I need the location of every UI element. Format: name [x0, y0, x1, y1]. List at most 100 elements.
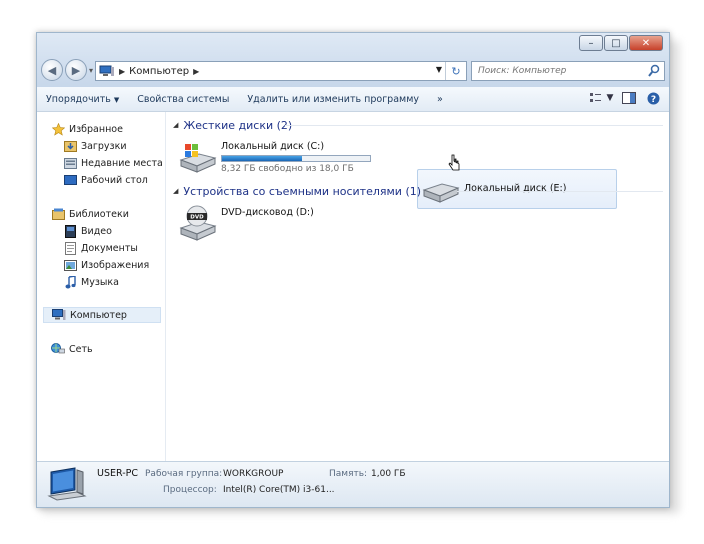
nav-network-label: Сеть: [69, 343, 93, 355]
nav-network[interactable]: Сеть: [51, 341, 93, 357]
view-icon: [590, 93, 601, 102]
drive-c-usage-fill: [222, 156, 302, 161]
drive-e-name: Локальный диск (E:): [464, 183, 567, 194]
drive-c[interactable]: Локальный диск (C:) 8,32 ГБ свободно из …: [177, 138, 377, 178]
organize-label: Упорядочить: [46, 93, 111, 105]
refresh-button[interactable]: ↻: [445, 62, 466, 80]
drive-e[interactable]: Локальный диск (E:): [417, 169, 617, 209]
nav-favorites[interactable]: Избранное: [51, 121, 123, 137]
search-icon[interactable]: [648, 64, 660, 78]
memory-label: Память:: [329, 469, 368, 479]
nav-video[interactable]: Видео: [63, 223, 112, 239]
network-icon: [51, 343, 65, 356]
uninstall-program-button[interactable]: Удалить или изменить программу: [238, 94, 428, 105]
star-icon: [51, 122, 65, 136]
navigation-buttons: ◀ ▶ ▾: [41, 59, 103, 81]
group-divider: [457, 191, 663, 192]
command-bar: Упорядочить ▼ Свойства системы Удалить ил…: [37, 87, 669, 112]
organize-button[interactable]: Упорядочить ▼: [37, 94, 128, 105]
help-icon: ?: [647, 92, 659, 105]
nav-libraries-label: Библиотеки: [69, 208, 129, 220]
mouse-pointer-icon: [448, 154, 460, 171]
recent-places-icon: [63, 157, 77, 170]
workgroup-label: Рабочая группа:: [145, 469, 223, 479]
images-icon: [63, 259, 77, 272]
libraries-icon: [51, 208, 65, 221]
collapse-arrow-icon: ◢: [173, 121, 179, 129]
preview-pane-button[interactable]: [621, 91, 637, 105]
arrow-right-icon: ▶: [71, 63, 81, 77]
svg-text:?: ?: [650, 95, 655, 105]
nav-libraries[interactable]: Библиотеки: [51, 206, 129, 222]
group-divider: [285, 125, 663, 126]
details-pane: USER-PC Рабочая группа: WORKGROUP Память…: [37, 461, 669, 507]
documents-icon: [63, 241, 77, 255]
forward-button[interactable]: ▶: [65, 59, 87, 81]
drive-c-usage-bar: [221, 155, 371, 162]
nav-video-label: Видео: [81, 225, 112, 237]
view-controls: ▼ ?: [581, 91, 661, 105]
computer-icon: [52, 309, 66, 322]
address-bar[interactable]: ▶ Компьютер ▶ ▼ ↻: [95, 61, 467, 81]
explorer-window: – □ ✕ ◀ ▶ ▾ ▶ Компьютер ▶ ▼ ↻ Упорядочит…: [36, 32, 670, 508]
content-area: ◢ Жесткие диски (2) Локальный диск (C:) …: [167, 112, 667, 462]
back-button[interactable]: ◀: [41, 59, 63, 81]
drive-d[interactable]: DVD DVD-дисковод (D:): [177, 204, 377, 244]
desktop-icon: [63, 174, 77, 187]
preview-pane-icon: [622, 92, 636, 104]
breadcrumb-computer[interactable]: Компьютер: [129, 66, 189, 77]
nav-computer-label: Компьютер: [70, 309, 127, 321]
nav-favorites-label: Избранное: [69, 123, 123, 135]
nav-music-label: Музыка: [81, 276, 119, 288]
svg-text:DVD: DVD: [190, 215, 204, 221]
group-hard-drives-label: Жесткие диски (2): [183, 118, 293, 132]
downloads-icon: [63, 140, 77, 153]
chevron-down-icon: ▾: [89, 65, 94, 75]
group-removable[interactable]: ◢ Устройства со съемными носителями (1): [173, 183, 421, 199]
computer-icon: [99, 65, 115, 77]
nav-music[interactable]: Музыка: [63, 274, 119, 290]
arrow-left-icon: ◀: [47, 63, 57, 77]
cpu-value: Intel(R) Core(TM) i3-61...: [223, 485, 335, 495]
group-hard-drives[interactable]: ◢ Жесткие диски (2): [173, 117, 292, 133]
nav-downloads[interactable]: Загрузки: [63, 138, 127, 154]
breadcrumb-arrow-icon[interactable]: ▶: [193, 67, 199, 76]
chevron-down-icon: ▼: [113, 95, 120, 104]
dvd-drive-icon: DVD: [179, 205, 217, 241]
nav-documents-label: Документы: [81, 242, 138, 254]
nav-downloads-label: Загрузки: [81, 140, 127, 152]
drive-c-text: Локальный диск (C:) 8,32 ГБ свободно из …: [221, 138, 371, 174]
close-button[interactable]: ✕: [629, 35, 663, 51]
collapse-arrow-icon: ◢: [173, 187, 179, 195]
nav-recent-places[interactable]: Недавние места: [63, 155, 163, 171]
memory-value: 1,00 ГБ: [371, 469, 406, 479]
group-removable-label: Устройства со съемными носителями (1): [183, 184, 422, 198]
breadcrumb-arrow-icon[interactable]: ▶: [119, 67, 125, 76]
nav-documents[interactable]: Документы: [63, 240, 138, 256]
refresh-icon: ↻: [451, 64, 461, 78]
drive-c-name: Локальный диск (C:): [221, 141, 325, 152]
view-dropdown-icon[interactable]: ▼: [607, 91, 614, 105]
nav-desktop-label: Рабочий стол: [81, 174, 148, 186]
address-dropdown-icon[interactable]: ▼: [436, 65, 442, 74]
workgroup-value: WORKGROUP: [223, 469, 284, 479]
minimize-button[interactable]: –: [579, 35, 603, 51]
nav-images-label: Изображения: [81, 259, 150, 271]
maximize-button[interactable]: □: [604, 35, 628, 51]
help-button[interactable]: ?: [645, 91, 661, 105]
nav-desktop[interactable]: Рабочий стол: [63, 172, 148, 188]
pc-name: USER-PC: [97, 468, 138, 479]
navigation-pane: Избранное Загрузки Недавние места Рабочи…: [37, 112, 166, 462]
music-icon: [63, 275, 77, 289]
drive-d-name: DVD-дисковод (D:): [221, 207, 314, 218]
nav-recent-places-label: Недавние места: [81, 157, 163, 169]
system-properties-button[interactable]: Свойства системы: [128, 94, 238, 105]
video-icon: [63, 224, 77, 238]
nav-computer[interactable]: Компьютер: [43, 307, 161, 323]
windows-drive-icon: [179, 144, 217, 173]
more-commands-button[interactable]: »: [428, 94, 452, 105]
search-input[interactable]: [476, 65, 640, 77]
title-bar: – □ ✕ ◀ ▶ ▾ ▶ Компьютер ▶ ▼ ↻: [37, 33, 669, 88]
change-view-button[interactable]: [589, 91, 605, 105]
nav-images[interactable]: Изображения: [63, 257, 149, 273]
